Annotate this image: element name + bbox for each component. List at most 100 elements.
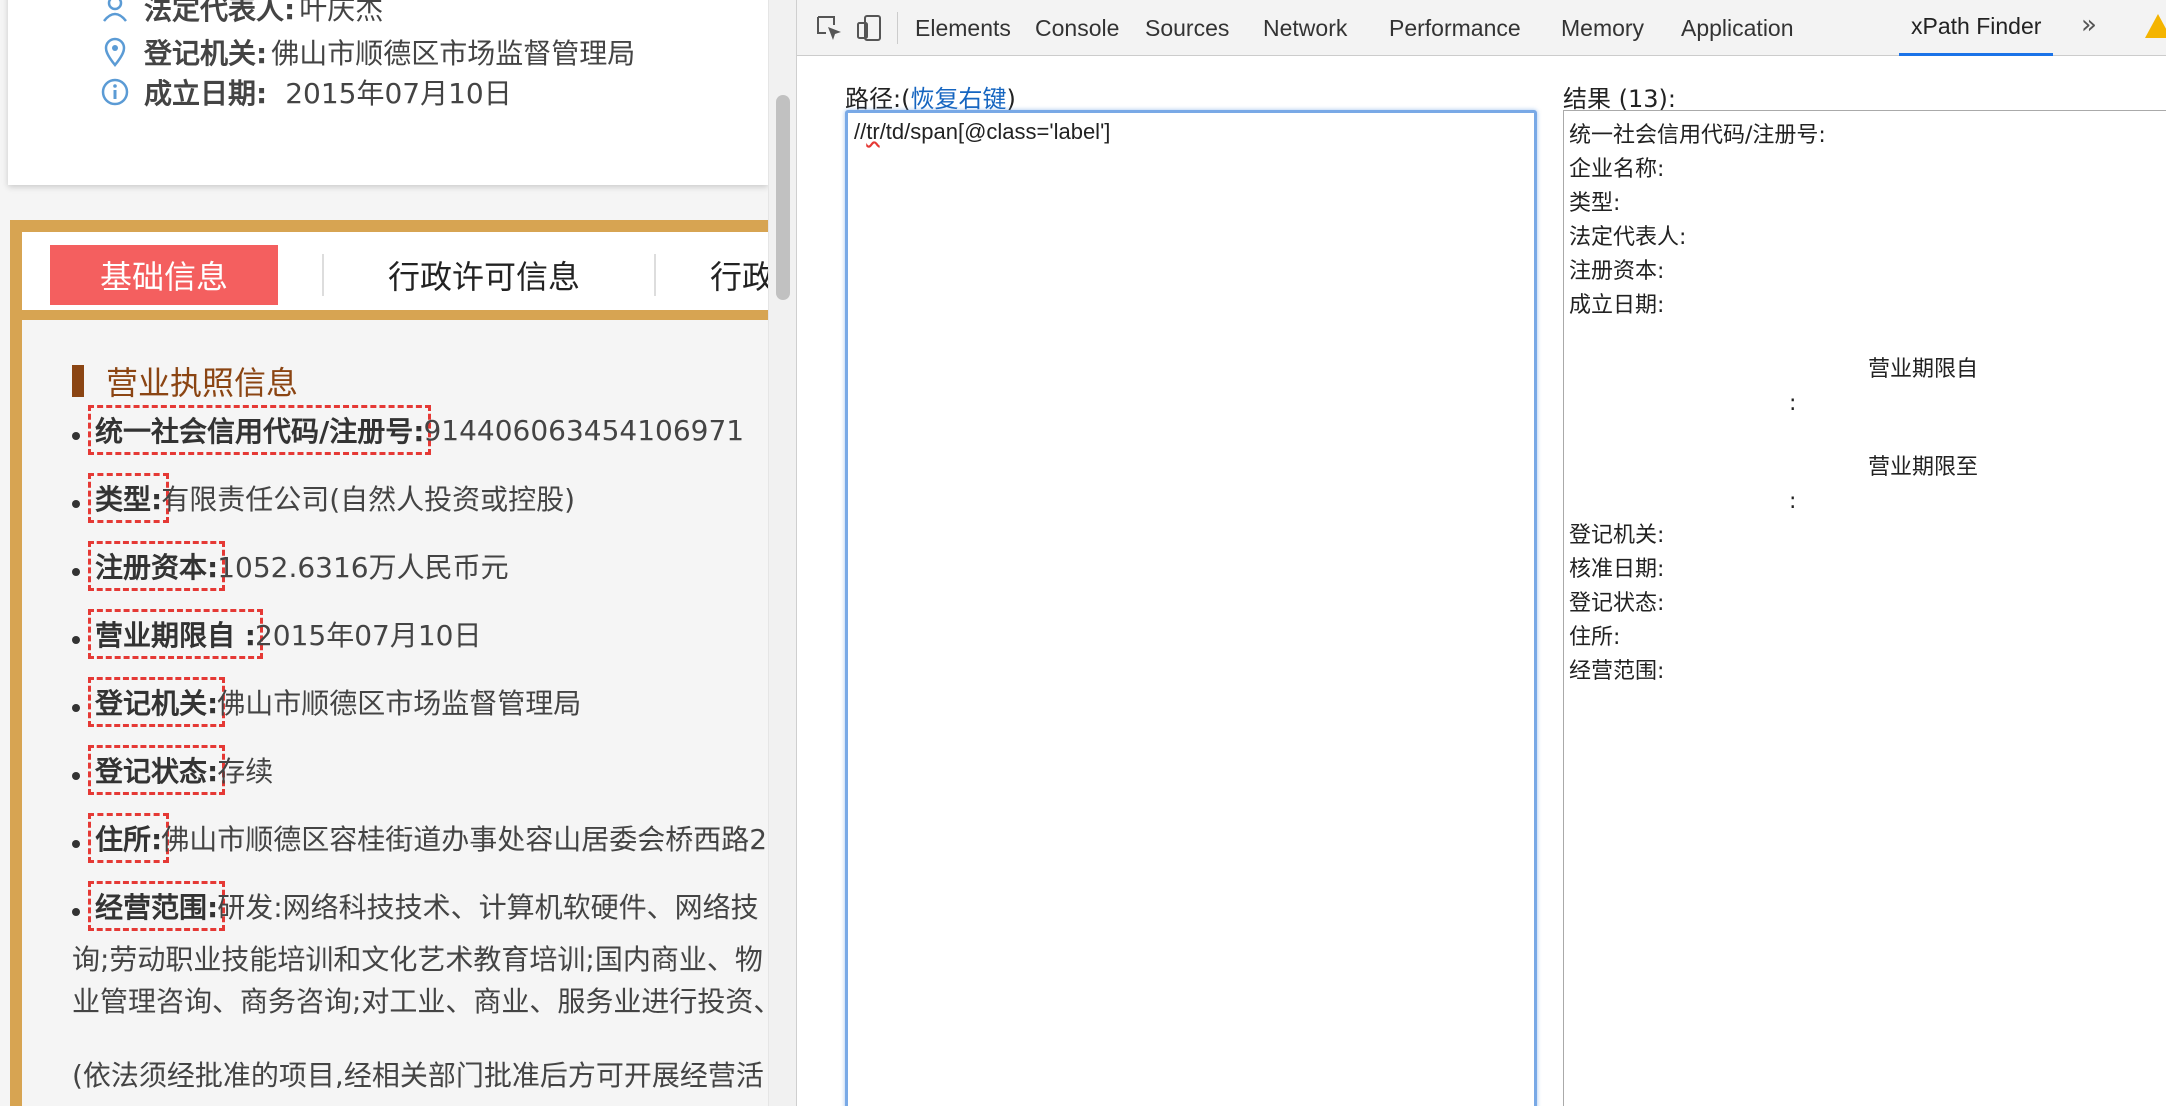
result-item-colon: : bbox=[1789, 489, 1797, 514]
tab-elements[interactable]: Elements bbox=[915, 0, 1011, 56]
result-item: 核准日期: bbox=[1569, 557, 1665, 582]
tab-xpath-finder[interactable]: xPath Finder bbox=[1899, 0, 2054, 56]
field-label: 经营范围: bbox=[88, 881, 226, 931]
field-label: 统一社会信用代码/注册号: bbox=[88, 405, 432, 455]
info-tab-bar: 基础信息 行政许可信息 行政处罚信息 bbox=[22, 232, 768, 320]
result-item: 法定代表人: bbox=[1569, 225, 1687, 250]
tab-console[interactable]: Console bbox=[1035, 0, 1119, 56]
business-scope-line: 询;劳动职业技能培训和文化艺术教育培训;国内商业、物 bbox=[72, 943, 763, 976]
result-item: 类型: bbox=[1569, 191, 1621, 216]
result-item: 统一社会信用代码/注册号: bbox=[1569, 123, 1826, 148]
company-info-card: 法定代表人: 叶庆杰 登记机关: 佛山市顺德区市场监督管理局 成立日期: 201… bbox=[8, 0, 768, 185]
field-registration-status: 登记状态: 存续 bbox=[72, 745, 273, 795]
result-item: 企业名称: bbox=[1569, 157, 1665, 182]
field-label: 登记状态: bbox=[88, 745, 226, 795]
restore-right-click-link[interactable]: 恢复右键 bbox=[910, 85, 1006, 113]
devtools-panel: Elements Console Sources Network Perform… bbox=[796, 0, 2166, 1106]
info-row-establish-date: 成立日期: 2015年07月10日 bbox=[98, 72, 512, 112]
web-page: 法定代表人: 叶庆杰 登记机关: 佛山市顺德区市场监督管理局 成立日期: 201… bbox=[0, 0, 768, 1106]
person-icon bbox=[98, 0, 132, 25]
result-list: 统一社会信用代码/注册号: 企业名称: 类型: 法定代表人: 注册资本: 成立日… bbox=[1563, 110, 2166, 1106]
field-address: 住所: 佛山市顺德区容桂街道办事处容山居委会桥西路2 bbox=[72, 813, 768, 863]
result-item: 注册资本: bbox=[1569, 259, 1665, 284]
field-value: 研发:网络科技技术、计算机软硬件、网络技 bbox=[217, 891, 759, 924]
bullet bbox=[72, 772, 80, 780]
devtools-toolbar: Elements Console Sources Network Perform… bbox=[797, 0, 2166, 56]
info-value: 叶庆杰 bbox=[299, 0, 384, 26]
business-scope-line: 业管理咨询、商务咨询;对工业、商业、服务业进行投资、 bbox=[72, 985, 768, 1018]
field-value: 914406063454106971 bbox=[423, 413, 745, 447]
section-title: 营业执照信息 bbox=[72, 358, 298, 404]
xpath-input[interactable]: //tr/td/span[@class='label'] bbox=[845, 110, 1537, 1106]
bullet bbox=[72, 840, 80, 848]
result-item: 营业期限自 bbox=[1867, 357, 1978, 382]
field-label: 住所: bbox=[88, 813, 170, 863]
field-value: 有限责任公司(自然人投资或控股) bbox=[161, 483, 576, 516]
result-spacer bbox=[1569, 323, 2166, 353]
tab-performance[interactable]: Performance bbox=[1389, 0, 1521, 56]
field-term-start: 营业期限自 : 2015年07月10日 bbox=[72, 609, 482, 659]
result-item: 成立日期: bbox=[1569, 293, 1665, 318]
bullet bbox=[72, 636, 80, 644]
page-scrollbar[interactable] bbox=[768, 0, 796, 1106]
tab-application[interactable]: Application bbox=[1681, 0, 1794, 56]
field-credit-code: 统一社会信用代码/注册号: 914406063454106971 bbox=[72, 405, 745, 455]
tab-memory[interactable]: Memory bbox=[1561, 0, 1644, 56]
info-value: 2015年07月10日 bbox=[285, 77, 512, 110]
tab-basic-info[interactable]: 基础信息 bbox=[50, 245, 278, 305]
field-registered-capital: 注册资本: 1052.6316万人民币元 bbox=[72, 541, 509, 591]
xpath-misspelled-word: tr bbox=[866, 119, 880, 144]
result-label: 结果 (13): bbox=[1563, 85, 1676, 113]
info-row-legal-rep: 法定代表人: 叶庆杰 bbox=[98, 0, 383, 28]
section-title-text: 营业执照信息 bbox=[106, 364, 299, 402]
section-title-bar bbox=[72, 365, 84, 397]
basic-info-panel: 基础信息 行政许可信息 行政处罚信息 营业执照信息 统一社会信用代码/注册号: … bbox=[10, 220, 768, 1106]
path-label: 路径:(恢复右键) bbox=[845, 79, 1016, 114]
field-type: 类型: 有限责任公司(自然人投资或控股) bbox=[72, 473, 576, 523]
business-scope-note: (依法须经批准的项目,经相关部门批准后方可开展经营活 bbox=[72, 1059, 764, 1092]
field-value: 佛山市顺德区市场监督管理局 bbox=[217, 687, 582, 720]
bullet bbox=[72, 908, 80, 916]
xpath-rest: /td/span[@class='label'] bbox=[879, 119, 1111, 144]
page-scrollbar-thumb[interactable] bbox=[776, 95, 790, 300]
info-row-registration-authority: 登记机关: 佛山市顺德区市场监督管理局 bbox=[98, 32, 635, 72]
result-item-colon: : bbox=[1789, 391, 1797, 416]
result-spacer bbox=[1569, 421, 2166, 451]
result-item: 营业期限至 bbox=[1867, 455, 1978, 480]
bullet bbox=[72, 568, 80, 576]
xpath-prefix: // bbox=[854, 119, 867, 144]
info-label: 成立日期: bbox=[144, 77, 268, 110]
xpath-finder-body: 路径:(恢复右键) //tr/td/span[@class='label'] 结… bbox=[797, 57, 2166, 1106]
info-icon bbox=[98, 75, 132, 109]
bullet bbox=[72, 500, 80, 508]
field-business-scope: 经营范围: 研发:网络科技技术、计算机软硬件、网络技 bbox=[72, 881, 759, 931]
warning-icon[interactable] bbox=[2145, 14, 2166, 38]
toolbar-divider bbox=[897, 12, 898, 44]
tab-network[interactable]: Network bbox=[1263, 0, 1347, 56]
field-value: 1052.6316万人民币元 bbox=[217, 551, 509, 584]
tab-admin-license[interactable]: 行政许可信息 bbox=[388, 245, 580, 305]
device-toolbar-icon[interactable] bbox=[853, 12, 885, 44]
more-tabs-chevron-icon[interactable]: » bbox=[2081, 10, 2097, 40]
info-value: 佛山市顺德区市场监督管理局 bbox=[271, 37, 636, 70]
inspect-element-icon[interactable] bbox=[813, 12, 845, 44]
bullet bbox=[72, 432, 80, 440]
field-value: 佛山市顺德区容桂街道办事处容山居委会桥西路2 bbox=[161, 823, 768, 856]
bullet bbox=[72, 704, 80, 712]
path-label-close: ) bbox=[1006, 85, 1016, 113]
tab-sources[interactable]: Sources bbox=[1145, 0, 1229, 56]
tab-divider bbox=[322, 254, 324, 296]
info-label: 登记机关: bbox=[144, 37, 268, 70]
path-label-text: 路径:( bbox=[845, 85, 911, 113]
field-label: 注册资本: bbox=[88, 541, 226, 591]
field-label: 营业期限自 : bbox=[88, 609, 263, 659]
tab-admin-penalty[interactable]: 行政处罚信息 bbox=[710, 245, 768, 305]
field-value: 2015年07月10日 bbox=[254, 619, 482, 652]
field-label: 类型: bbox=[88, 473, 170, 523]
tab-divider bbox=[654, 254, 656, 296]
result-item: 登记状态: bbox=[1569, 591, 1665, 616]
result-item: 住所: bbox=[1569, 625, 1621, 650]
info-label: 法定代表人: bbox=[144, 0, 296, 26]
field-registration-authority: 登记机关: 佛山市顺德区市场监督管理局 bbox=[72, 677, 582, 727]
result-item: 经营范围: bbox=[1569, 659, 1665, 684]
